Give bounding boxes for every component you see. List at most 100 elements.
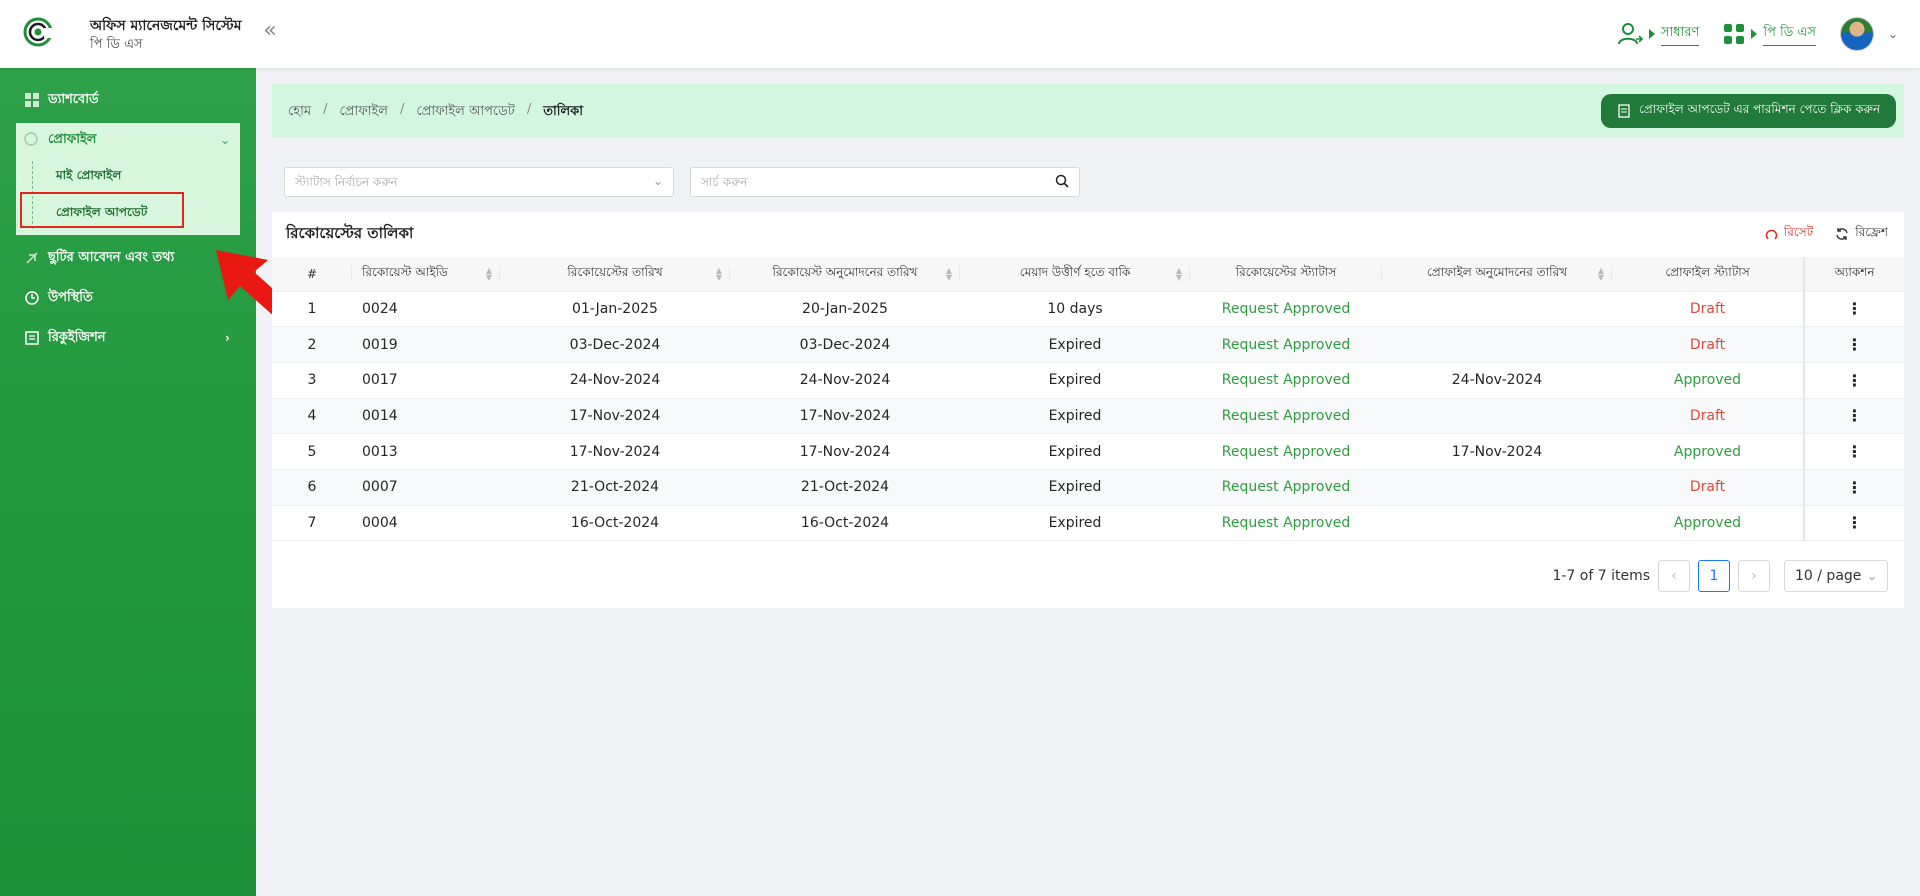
search-icon[interactable] <box>1055 174 1069 188</box>
table-cell: Request Approved <box>1190 398 1382 435</box>
table-cell: 0014 <box>352 398 500 435</box>
dashboard-icon <box>24 92 40 108</box>
sidebar-item-my-profile[interactable]: মাই প্রোফাইল <box>56 167 121 187</box>
chevron-left-icon: ‹ <box>1671 568 1677 584</box>
row-action-menu-icon[interactable]: ⋮ <box>1803 291 1904 328</box>
table-row: 2 0019 03-Dec-2024 03-Dec-2024 Expired Reques… <box>272 326 1904 363</box>
breadcrumb-bar: হোম / প্রোফাইল / প্রোফাইল আপডেট / তালিকা… <box>272 84 1904 138</box>
column-header[interactable]: রিকোয়েস্ট অনুমোদনের তারিখ ▲ ▼ <box>730 257 960 292</box>
table-row: 5 0013 17-Nov-2024 17-Nov-2024 Expired Reques… <box>272 433 1904 470</box>
sort-icon: ▲ ▼ <box>1175 266 1182 282</box>
logo-icon <box>23 17 58 47</box>
triangle-right-icon <box>1751 29 1758 39</box>
column-header: অ্যাকশন <box>1803 257 1904 292</box>
table-cell: 10 days <box>960 291 1190 328</box>
column-header[interactable]: প্রোফাইল অনুমোদনের তারিখ ▲ ▼ <box>1382 257 1612 292</box>
table-cell: Approved <box>1612 362 1804 399</box>
chevron-down-icon: ⌄ <box>219 133 230 147</box>
breadcrumb-current: তালিকা <box>543 104 583 119</box>
table-cell: Approved <box>1612 433 1804 470</box>
leave-icon <box>24 250 40 266</box>
table-cell: 0024 <box>352 291 500 328</box>
breadcrumb: হোম / প্রোফাইল / প্রোফাইল আপডেট / তালিকা <box>288 102 583 123</box>
table-cell <box>1382 469 1612 506</box>
page-number-button[interactable]: 1 <box>1698 560 1730 592</box>
table-cell: 24-Nov-2024 <box>730 362 960 399</box>
table-cell <box>1382 505 1612 542</box>
chevron-down-icon: ⌄ <box>1866 569 1877 583</box>
table-cell: Expired <box>960 326 1190 363</box>
table-cell: Draft <box>1612 326 1804 363</box>
table-cell <box>1382 291 1612 328</box>
sort-icon: ▲ ▼ <box>485 266 492 282</box>
table-cell: Expired <box>960 505 1190 542</box>
breadcrumb-profile-update[interactable]: প্রোফাইল আপডেট <box>416 102 514 123</box>
table-row: 3 0017 24-Nov-2024 24-Nov-2024 Expired Reques… <box>272 362 1904 399</box>
table-cell: 16-Oct-2024 <box>730 505 960 542</box>
clock-icon <box>24 290 40 306</box>
table-cell: 0019 <box>352 326 500 363</box>
table-cell: 17-Nov-2024 <box>500 433 730 470</box>
request-table: # রিকোয়েস্ট আইডি ▲ ▼ রিকোয়েস্টের তারিখ ▲ ▼… <box>272 257 1904 542</box>
search-field <box>690 167 1080 197</box>
row-action-menu-icon[interactable]: ⋮ <box>1803 362 1904 399</box>
request-permission-button[interactable]: প্রোফাইল আপডেট এর পারমিশন পেতে ক্লিক করু… <box>1600 94 1896 128</box>
chevron-down-icon[interactable]: ⌄ <box>1888 27 1898 41</box>
table-cell: 3 <box>272 362 352 399</box>
prev-page-button[interactable]: ‹ <box>1658 560 1690 592</box>
sort-icon: ▲ ▼ <box>1597 266 1604 282</box>
table-row: 7 0004 16-Oct-2024 16-Oct-2024 Expired Reques… <box>272 505 1904 542</box>
breadcrumb-profile[interactable]: প্রোফাইল <box>339 102 387 123</box>
avatar[interactable] <box>1839 17 1874 51</box>
chevron-down-icon: ⌄ <box>652 174 663 188</box>
sort-icon: ▲ ▼ <box>945 266 952 282</box>
table-cell <box>1382 398 1612 435</box>
role-switcher[interactable]: সাধারণ <box>1617 21 1700 47</box>
reset-button[interactable]: রিসেট <box>1765 224 1813 244</box>
table-cell: Expired <box>960 362 1190 399</box>
column-header[interactable]: মেয়াদ উত্তীর্ণ হতে বাকি ▲ ▼ <box>960 257 1190 292</box>
apps-grid-icon <box>1724 24 1745 44</box>
column-header: রিকোয়েস্টের স্ট্যাটাস <box>1190 257 1382 292</box>
module-link[interactable]: পি ডি এস <box>1763 23 1816 46</box>
reset-icon <box>1765 229 1778 240</box>
status-select[interactable]: স্ট্যাটাস নির্বাচন করুন ⌄ <box>284 167 674 197</box>
app-subtitle: পি ডি এস <box>90 37 143 52</box>
search-input[interactable] <box>691 168 1031 196</box>
next-page-button[interactable]: › <box>1738 560 1770 592</box>
role-link[interactable]: সাধারণ <box>1660 23 1700 46</box>
breadcrumb-home[interactable]: হোম <box>288 102 311 123</box>
sidebar-item-label: ছুটির আবেদন এবং তথ্য <box>48 249 175 265</box>
row-action-menu-icon[interactable]: ⋮ <box>1803 398 1904 435</box>
sidebar-item-profile[interactable]: প্রোফাইল ⌄ <box>16 123 240 157</box>
module-switcher[interactable]: পি ডি এস <box>1723 23 1816 46</box>
sidebar-item-leave[interactable]: ছুটির আবেদন এবং তথ্য <box>16 241 240 275</box>
collapse-sidebar-icon[interactable]: « <box>258 20 282 44</box>
table-cell: 17-Nov-2024 <box>730 433 960 470</box>
sidebar-item-attendance[interactable]: উপস্থিতি <box>16 281 240 315</box>
sidebar-item-label: উপস্থিতি <box>48 289 93 305</box>
table-cell: 24-Nov-2024 <box>1382 362 1612 399</box>
table-cell: 17-Nov-2024 <box>500 398 730 435</box>
row-action-menu-icon[interactable]: ⋮ <box>1803 433 1904 470</box>
card-title: রিকোয়েস্টের তালিকা <box>286 224 414 242</box>
table-cell: 0017 <box>352 362 500 399</box>
table-cell: 0007 <box>352 469 500 506</box>
column-header[interactable]: রিকোয়েস্ট আইডি ▲ ▼ <box>352 257 500 292</box>
table-cell: 4 <box>272 398 352 435</box>
row-action-menu-icon[interactable]: ⋮ <box>1803 326 1904 363</box>
row-action-menu-icon[interactable]: ⋮ <box>1803 469 1904 506</box>
header-right: সাধারণ পি ডি এস ⌄ <box>1617 15 1898 53</box>
refresh-icon <box>1836 228 1848 240</box>
sidebar-item-dashboard[interactable]: ড্যাশবোর্ড <box>16 83 240 117</box>
table-cell: 17-Nov-2024 <box>1382 433 1612 470</box>
sidebar-item-requisition[interactable]: রিকুইজিশন › <box>16 321 240 355</box>
table-cell: 0013 <box>352 433 500 470</box>
page-size-select[interactable]: 10 / page ⌄ <box>1784 560 1888 592</box>
column-header[interactable]: রিকোয়েস্টের তারিখ ▲ ▼ <box>500 257 730 292</box>
table-cell: Expired <box>960 398 1190 435</box>
refresh-button[interactable]: রিফ্রেশ <box>1835 224 1888 244</box>
row-action-menu-icon[interactable]: ⋮ <box>1803 505 1904 542</box>
table-cell: Request Approved <box>1190 291 1382 328</box>
table-cell: Request Approved <box>1190 362 1382 399</box>
